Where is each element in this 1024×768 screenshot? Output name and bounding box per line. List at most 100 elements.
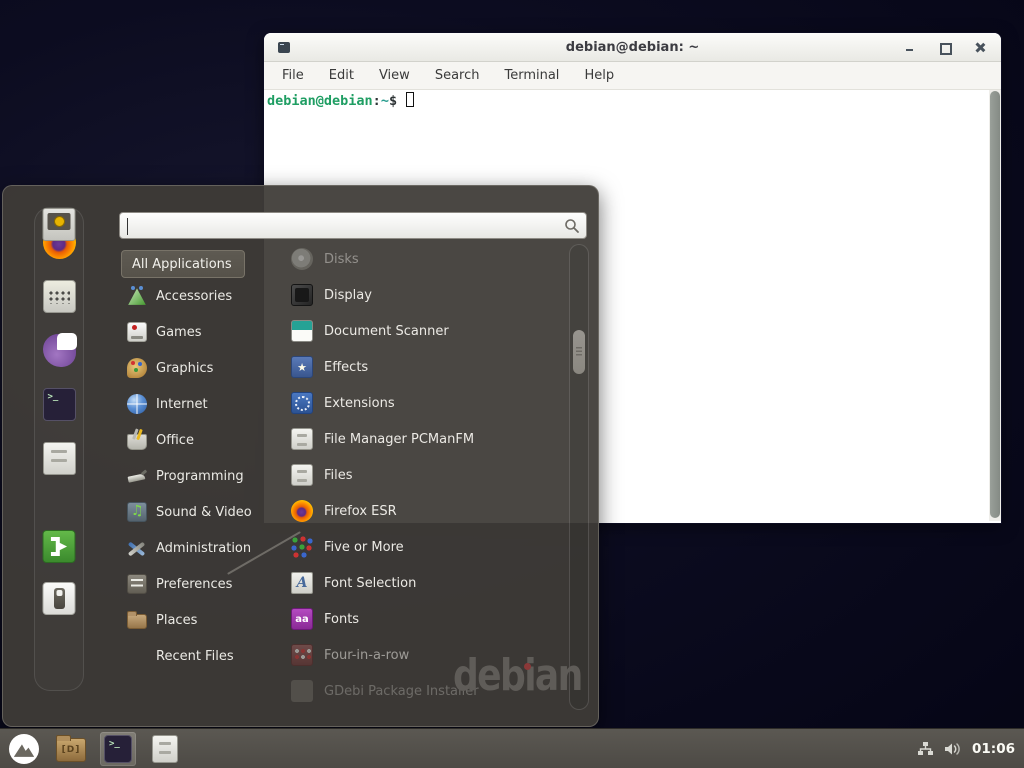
terminal-menu-edit[interactable]: Edit bbox=[329, 68, 354, 83]
app-label: Firefox ESR bbox=[324, 504, 397, 519]
logout-icon bbox=[43, 530, 76, 563]
prompt-symbol: $ bbox=[389, 93, 397, 109]
category-preferences[interactable]: Preferences bbox=[121, 566, 267, 602]
disks-icon bbox=[291, 248, 313, 270]
five-or-more-icon bbox=[291, 536, 313, 558]
category-internet[interactable]: Internet bbox=[121, 386, 267, 422]
app-display[interactable]: Display bbox=[265, 277, 565, 313]
terminal-titlebar[interactable]: debian@debian: ~ bbox=[264, 33, 1001, 62]
category-label: Preferences bbox=[156, 577, 232, 592]
app-disks[interactable]: Disks bbox=[265, 241, 565, 277]
system-tray: 01:06 bbox=[917, 741, 1024, 757]
terminal-launcher[interactable] bbox=[100, 732, 136, 766]
prompt-path: ~ bbox=[381, 93, 389, 109]
app-file-manager-pcmanfm[interactable]: File Manager PCManFM bbox=[265, 421, 565, 457]
terminal-menu-file[interactable]: File bbox=[282, 68, 304, 83]
minimize-icon[interactable] bbox=[904, 42, 915, 53]
font-selection-icon bbox=[291, 572, 313, 594]
app-firefox-esr[interactable]: Firefox ESR bbox=[265, 493, 565, 529]
app-label: Files bbox=[324, 468, 353, 483]
cabinet-icon bbox=[152, 735, 178, 763]
terminal-menu-terminal[interactable]: Terminal bbox=[504, 68, 559, 83]
shutdown-button[interactable] bbox=[43, 582, 76, 615]
category-label: Internet bbox=[156, 397, 208, 412]
lock-screen-icon bbox=[43, 208, 76, 241]
fonts-icon bbox=[291, 608, 313, 630]
pidgin-icon bbox=[43, 334, 76, 367]
logout-button[interactable] bbox=[43, 530, 76, 563]
category-recent-files[interactable]: Recent Files bbox=[121, 638, 267, 674]
favorite-file-manager[interactable] bbox=[43, 442, 76, 475]
app-font-selection[interactable]: Font Selection bbox=[265, 565, 565, 601]
category-accessories[interactable]: Accessories bbox=[121, 278, 267, 314]
app-effects[interactable]: Effects bbox=[265, 349, 565, 385]
app-label: Disks bbox=[324, 252, 359, 267]
menu-scrollbar[interactable] bbox=[569, 244, 589, 710]
app-fonts[interactable]: Fonts bbox=[265, 601, 565, 637]
application-list: Disks DisplayDocument ScannerEffects Exten… bbox=[265, 241, 565, 709]
all-applications-button[interactable]: All Applications bbox=[121, 250, 245, 278]
prompt-separator: : bbox=[373, 93, 381, 109]
app-label: File Manager PCManFM bbox=[324, 432, 474, 447]
network-icon[interactable] bbox=[917, 741, 934, 757]
places-icon bbox=[127, 614, 147, 629]
app-label: Extensions bbox=[324, 396, 395, 411]
terminal-menu-help[interactable]: Help bbox=[584, 68, 614, 83]
app-label: Fonts bbox=[324, 612, 359, 627]
app-document-scanner[interactable]: Document Scanner bbox=[265, 313, 565, 349]
category-games[interactable]: Games bbox=[121, 314, 267, 350]
menu-search-box bbox=[119, 212, 587, 239]
close-icon[interactable] bbox=[974, 42, 985, 53]
favorite-pidgin[interactable] bbox=[43, 334, 76, 367]
category-places[interactable]: Places bbox=[121, 602, 267, 638]
shutdown-icon bbox=[43, 582, 76, 615]
cabinet-icon bbox=[291, 464, 313, 486]
volume-icon[interactable] bbox=[944, 741, 962, 757]
terminal-scrollbar-thumb[interactable] bbox=[990, 91, 1000, 518]
maximize-icon[interactable] bbox=[939, 42, 950, 53]
taskbar-clock[interactable]: 01:06 bbox=[972, 741, 1015, 757]
terminal-menubar: File Edit View Search Terminal Help bbox=[264, 62, 1001, 90]
terminal-scrollbar[interactable] bbox=[989, 90, 1001, 521]
cabinet-icon bbox=[43, 442, 76, 475]
category-sound-video[interactable]: Sound & Video bbox=[121, 494, 267, 530]
app-extensions[interactable]: Extensions bbox=[265, 385, 565, 421]
app-label: Four-in-a-row bbox=[324, 648, 409, 663]
software-icon bbox=[43, 280, 76, 313]
category-graphics[interactable]: Graphics bbox=[121, 350, 267, 386]
category-label: Administration bbox=[156, 541, 251, 556]
office-icon bbox=[127, 434, 147, 450]
category-administration[interactable]: Administration bbox=[121, 530, 267, 566]
app-label: Font Selection bbox=[324, 576, 416, 591]
category-label: Office bbox=[156, 433, 194, 448]
terminal-menu-view[interactable]: View bbox=[379, 68, 410, 83]
category-label: Recent Files bbox=[156, 649, 234, 664]
administration-icon bbox=[127, 538, 147, 558]
four-in-a-row-icon bbox=[291, 644, 313, 666]
menu-button[interactable] bbox=[6, 732, 42, 766]
app-five-or-more[interactable]: Five or More bbox=[265, 529, 565, 565]
search-input[interactable] bbox=[120, 213, 586, 238]
category-office[interactable]: Office bbox=[121, 422, 267, 458]
category-label: Games bbox=[156, 325, 201, 340]
lock-screen-button[interactable] bbox=[43, 208, 76, 241]
menu-circle-icon bbox=[9, 734, 39, 764]
files-launcher[interactable] bbox=[147, 732, 183, 766]
favorite-software[interactable] bbox=[43, 280, 76, 313]
favorite-terminal[interactable] bbox=[43, 388, 76, 421]
menu-scrollbar-thumb[interactable] bbox=[573, 330, 585, 374]
accessories-icon bbox=[127, 286, 147, 306]
category-programming[interactable]: Programming bbox=[121, 458, 267, 494]
app-label: Five or More bbox=[324, 540, 404, 555]
category-label: Places bbox=[156, 613, 197, 628]
app-files[interactable]: Files bbox=[265, 457, 565, 493]
document-scanner-icon bbox=[291, 320, 313, 342]
display-icon bbox=[291, 284, 313, 306]
effects-icon bbox=[291, 356, 313, 378]
terminal-menu-search[interactable]: Search bbox=[435, 68, 480, 83]
file-manager-launcher[interactable] bbox=[53, 732, 89, 766]
window-title: debian@debian: ~ bbox=[264, 40, 1001, 55]
sound-video-icon bbox=[127, 502, 147, 522]
category-list: Accessories Games Graphics Internet Office Pr… bbox=[121, 278, 267, 674]
text-caret bbox=[127, 218, 128, 235]
